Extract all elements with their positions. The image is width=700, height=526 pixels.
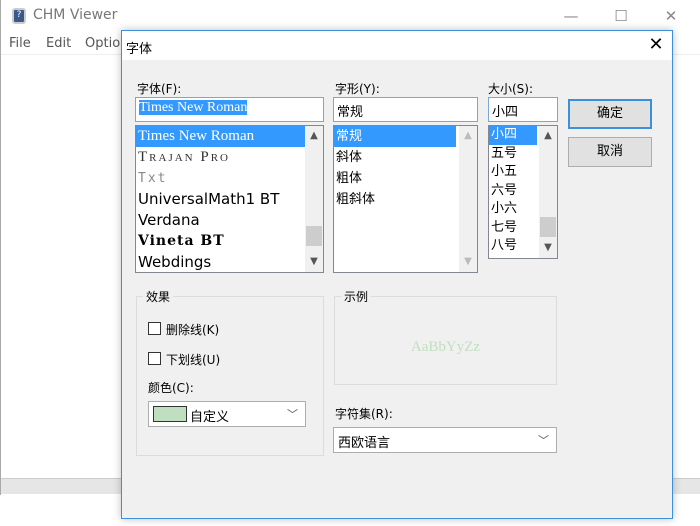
size-list-scrollbar[interactable]: ▲ ▼ <box>539 126 557 258</box>
charset-label: 字符集(R): <box>335 407 393 421</box>
font-item[interactable]: Txt <box>136 168 323 189</box>
color-select[interactable]: 自定义 ﹀ <box>148 401 306 427</box>
ok-button[interactable]: 确定 <box>568 99 652 129</box>
font-list[interactable]: Times New Roman Trajan Pro Txt Universal… <box>135 125 324 273</box>
scroll-thumb[interactable] <box>540 217 556 237</box>
chevron-down-icon: ﹀ <box>287 408 298 421</box>
underline-label[interactable]: 下划线(U) <box>166 351 220 368</box>
scroll-up-icon[interactable]: ▲ <box>305 128 323 144</box>
color-swatch <box>153 406 187 422</box>
close-button[interactable]: ✕ <box>656 4 686 28</box>
dialog-titlebar <box>122 31 672 60</box>
size-item[interactable]: 小四 <box>489 126 537 145</box>
font-item[interactable]: Verdana <box>136 210 323 231</box>
scroll-down-icon[interactable]: ▼ <box>305 254 323 270</box>
minimize-button[interactable]: — <box>556 4 586 28</box>
style-item[interactable]: 斜体 <box>334 147 477 168</box>
sample-title: 示例 <box>341 288 372 305</box>
maximize-button[interactable]: ☐ <box>606 4 636 28</box>
underline-checkbox[interactable] <box>148 352 161 365</box>
strikeout-checkbox[interactable] <box>148 322 161 335</box>
scroll-down-icon[interactable]: ▼ <box>459 254 477 270</box>
chevron-down-icon: ﹀ <box>538 434 549 447</box>
size-list[interactable]: 小四 五号 小五 六号 小六 七号 八号 ▲ ▼ <box>488 125 558 259</box>
font-item[interactable]: Webdings <box>136 252 323 272</box>
font-input[interactable]: Times New Roman <box>135 97 324 122</box>
scroll-down-icon[interactable]: ▼ <box>539 240 557 256</box>
style-label: 字形(Y): <box>335 82 380 96</box>
style-list[interactable]: 常规 斜体 粗体 粗斜体 ▲ ▼ <box>333 125 478 273</box>
menu-file[interactable]: File <box>9 36 31 51</box>
dialog-title: 字体 <box>126 42 153 57</box>
font-item[interactable]: Times New Roman <box>136 126 323 147</box>
effects-title: 效果 <box>143 288 174 305</box>
strikeout-label[interactable]: 删除线(K) <box>166 321 219 338</box>
color-label: 颜色(C): <box>148 381 194 395</box>
style-input[interactable]: 常规 <box>333 97 478 122</box>
scroll-up-icon[interactable]: ▲ <box>459 128 477 144</box>
font-list-scrollbar[interactable]: ▲ ▼ <box>305 126 323 272</box>
style-item[interactable]: 常规 <box>334 126 456 147</box>
style-item[interactable]: 粗体 <box>334 168 477 189</box>
charset-select[interactable]: 西欧语言 ﹀ <box>333 427 557 453</box>
style-list-scrollbar[interactable]: ▲ ▼ <box>459 126 477 272</box>
menu-options[interactable]: Optio <box>85 36 120 51</box>
cancel-button[interactable]: 取消 <box>568 137 652 167</box>
scroll-up-icon[interactable]: ▲ <box>539 128 557 144</box>
sample-text: AaBbYyZz <box>410 339 481 355</box>
style-item[interactable]: 粗斜体 <box>334 189 477 210</box>
scroll-thumb[interactable] <box>306 226 322 246</box>
font-dialog: 字体 ✕ 字体(F): Times New Roman Times New Ro… <box>121 30 673 519</box>
size-label: 大小(S): <box>488 82 534 96</box>
font-item[interactable]: UniversalMath1 BT <box>136 189 323 210</box>
menu-edit[interactable]: Edit <box>46 36 71 51</box>
font-input-value: Times New Roman <box>139 100 248 115</box>
font-label: 字体(F): <box>137 82 182 96</box>
app-icon: ? <box>12 8 26 24</box>
charset-value: 西欧语言 <box>338 436 391 451</box>
color-value: 自定义 <box>190 410 230 425</box>
dialog-close-icon[interactable]: ✕ <box>644 33 668 57</box>
size-input[interactable]: 小四 <box>488 97 558 122</box>
effects-group <box>136 296 324 456</box>
font-item[interactable]: Vineta BT <box>136 231 323 252</box>
main-window-title: CHM Viewer <box>33 7 118 23</box>
font-item[interactable]: Trajan Pro <box>136 147 323 168</box>
